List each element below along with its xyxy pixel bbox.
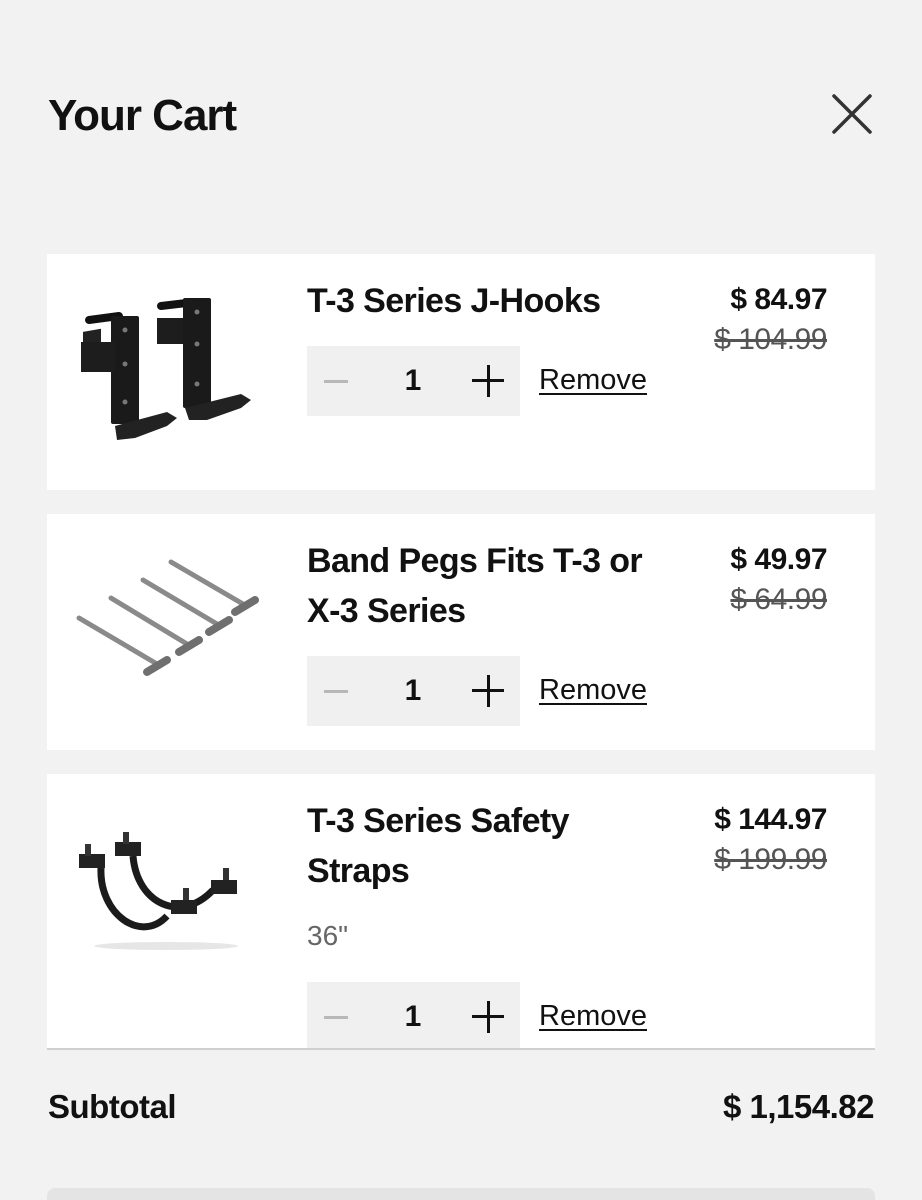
item-price: $ 49.97 $ 64.99	[730, 542, 827, 622]
increase-quantity-button[interactable]	[466, 995, 510, 1039]
original-price: $ 199.99	[714, 843, 827, 876]
cart-item: T-3 Series Safety Straps $ 144.97 $ 199.…	[47, 774, 875, 1050]
safety-straps-image[interactable]	[71, 814, 261, 974]
checkout-button[interactable]	[47, 1188, 875, 1200]
item-variant: 36"	[307, 920, 349, 951]
cart-header: Your Cart	[48, 88, 874, 148]
quantity-stepper: 1	[307, 346, 520, 416]
item-price: $ 84.97 $ 104.99	[714, 282, 827, 362]
subtotal-label: Subtotal	[48, 1088, 176, 1125]
j-hooks-image[interactable]	[71, 294, 261, 454]
close-button[interactable]	[830, 92, 874, 136]
quantity-stepper: 1	[307, 982, 520, 1050]
item-price: $ 144.97 $ 199.99	[714, 802, 827, 882]
increase-quantity-button[interactable]	[466, 669, 510, 713]
quantity-value[interactable]: 1	[393, 656, 433, 726]
cart-item: Band Pegs Fits T-3 or X-3 Series $ 49.97…	[47, 514, 875, 750]
quantity-value[interactable]: 1	[393, 982, 433, 1050]
original-price: $ 64.99	[730, 583, 827, 616]
remove-link[interactable]: Remove	[539, 1000, 647, 1033]
quantity-value[interactable]: 1	[393, 346, 433, 416]
remove-link[interactable]: Remove	[539, 674, 647, 707]
remove-link[interactable]: Remove	[539, 364, 647, 397]
close-icon	[832, 94, 872, 134]
decrease-quantity-button[interactable]	[321, 359, 351, 403]
decrease-quantity-button[interactable]	[321, 669, 351, 713]
subtotal-value: $ 1,154.82	[723, 1088, 874, 1125]
divider	[47, 1048, 875, 1050]
item-name[interactable]: Band Pegs Fits T-3 or X-3 Series	[307, 536, 677, 636]
sale-price: $ 49.97	[730, 543, 827, 576]
cart-item: T-3 Series J-Hooks $ 84.97 $ 104.99 1 Re…	[47, 254, 875, 490]
item-name[interactable]: T-3 Series J-Hooks	[307, 276, 677, 326]
quantity-stepper: 1	[307, 656, 520, 726]
sale-price: $ 144.97	[714, 803, 827, 836]
sale-price: $ 84.97	[730, 283, 827, 316]
original-price: $ 104.99	[714, 323, 827, 356]
cart-items-list[interactable]: T-3 Series J-Hooks $ 84.97 $ 104.99 1 Re…	[47, 254, 875, 1050]
decrease-quantity-button[interactable]	[321, 995, 351, 1039]
increase-quantity-button[interactable]	[466, 359, 510, 403]
band-pegs-image[interactable]	[71, 554, 261, 714]
item-name[interactable]: T-3 Series Safety Straps	[307, 796, 677, 896]
page-title: Your Cart	[48, 91, 237, 140]
